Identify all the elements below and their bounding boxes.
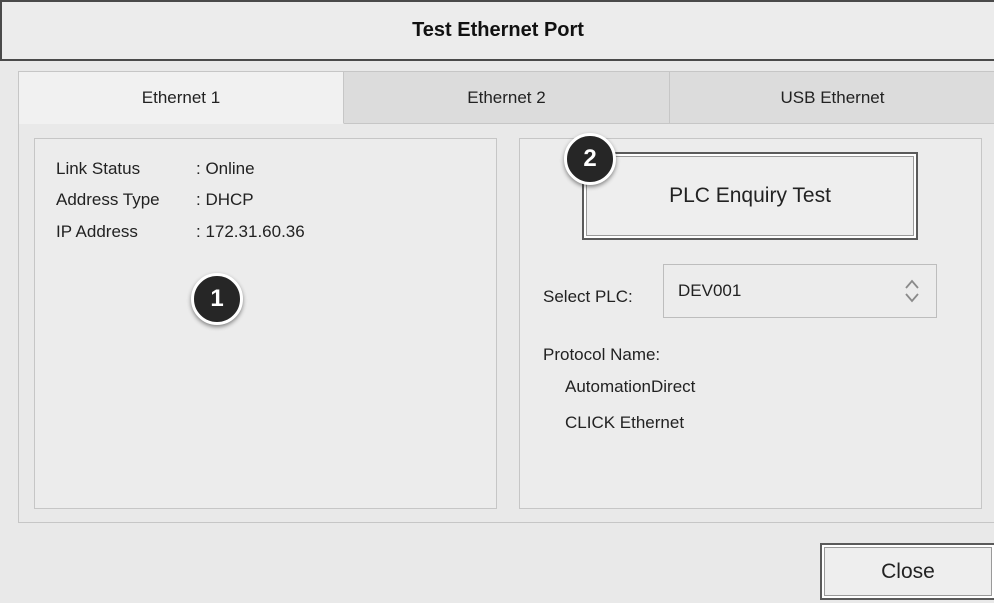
tab-ethernet-2[interactable]: Ethernet 2 [344,72,670,124]
link-info-panel: Link Status : Online Address Type : DHCP I… [34,138,497,509]
window-title: Test Ethernet Port [0,0,994,61]
ip-address-value: : 172.31.60.36 [196,222,305,241]
select-plc-value: DEV001 [678,281,742,300]
link-status-row: Link Status : Online [56,159,255,179]
address-type-value: : DHCP [196,190,254,209]
ip-address-row: IP Address : 172.31.60.36 [56,222,305,242]
ip-address-label: IP Address [56,222,138,241]
select-plc-dropdown[interactable]: DEV001 [663,264,937,318]
tab-container: Ethernet 1 Ethernet 2 USB Ethernet Link … [18,71,994,523]
tab-usb-ethernet[interactable]: USB Ethernet [670,72,994,124]
plc-enquiry-test-button[interactable]: PLC Enquiry Test [582,152,918,240]
test-ethernet-port-window: Test Ethernet Port Ethernet 1 Ethernet 2… [0,0,994,603]
up-down-chevron-icon [905,279,919,303]
callout-badge-2: 2 [564,133,616,185]
tab-ethernet-1[interactable]: Ethernet 1 [19,72,344,124]
link-status-label: Link Status [56,159,141,178]
protocol-name-line-2: CLICK Ethernet [565,413,685,432]
select-plc-label: Select PLC: [543,287,633,306]
protocol-name-label: Protocol Name: [543,345,661,364]
plc-test-panel: PLC Enquiry Test 2 Select PLC: DEV001 Pr… [519,133,982,509]
link-status-value: : Online [196,159,255,178]
protocol-name-line-1: AutomationDirect [565,377,696,396]
tab-bar: Ethernet 1 Ethernet 2 USB Ethernet [19,72,994,124]
address-type-row: Address Type : DHCP [56,190,254,210]
close-button[interactable]: Close [820,543,994,600]
callout-badge-1: 1 [191,273,243,325]
address-type-label: Address Type [56,190,160,209]
